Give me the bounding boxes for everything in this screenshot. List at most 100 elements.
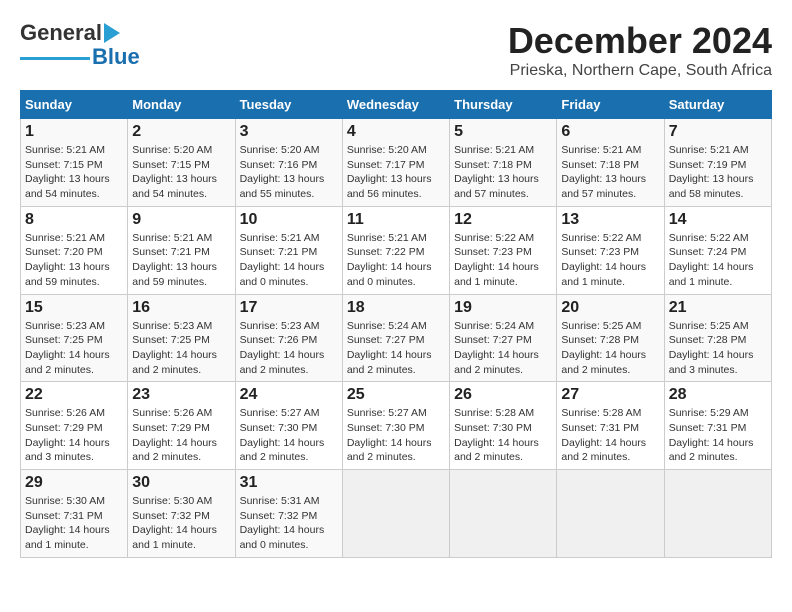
day-info: Sunrise: 5:20 AMSunset: 7:16 PMDaylight:… xyxy=(240,143,338,202)
day-number: 24 xyxy=(240,386,338,404)
calendar-cell: 5Sunrise: 5:21 AMSunset: 7:18 PMDaylight… xyxy=(450,119,557,207)
day-number: 21 xyxy=(669,299,767,317)
day-info: Sunrise: 5:21 AMSunset: 7:22 PMDaylight:… xyxy=(347,231,445,290)
calendar-cell: 16Sunrise: 5:23 AMSunset: 7:25 PMDayligh… xyxy=(128,294,235,382)
logo: General Blue xyxy=(20,20,140,70)
calendar-cell: 27 Sunrise: 5:28 AMSunset: 7:31 PMDayligh… xyxy=(557,382,664,470)
day-info: Sunrise: 5:21 AMSunset: 7:18 PMDaylight:… xyxy=(561,143,659,202)
day-number: 31 xyxy=(240,474,338,492)
week-row-1: 1 Sunrise: 5:21 AMSunset: 7:15 PMDaylight… xyxy=(21,119,772,207)
day-number: 23 xyxy=(132,386,230,404)
header-friday: Friday xyxy=(557,91,664,119)
calendar-cell: 7 Sunrise: 5:21 AMSunset: 7:19 PMDaylight… xyxy=(664,119,771,207)
day-number: 27 xyxy=(561,386,659,404)
day-number: 12 xyxy=(454,211,552,229)
day-number: 4 xyxy=(347,123,445,141)
calendar-header-row: SundayMondayTuesdayWednesdayThursdayFrid… xyxy=(21,91,772,119)
day-info: Sunrise: 5:27 AMSunset: 7:30 PMDaylight:… xyxy=(240,406,338,465)
day-info: Sunrise: 5:28 AMSunset: 7:31 PMDaylight:… xyxy=(561,406,659,465)
calendar-cell: 17 Sunrise: 5:23 AMSunset: 7:26 PMDayligh… xyxy=(235,294,342,382)
calendar-cell: 24 Sunrise: 5:27 AMSunset: 7:30 PMDayligh… xyxy=(235,382,342,470)
day-info: Sunrise: 5:22 AMSunset: 7:24 PMDaylight:… xyxy=(669,231,767,290)
header-wednesday: Wednesday xyxy=(342,91,449,119)
calendar-cell: 9 Sunrise: 5:21 AMSunset: 7:21 PMDaylight… xyxy=(128,206,235,294)
day-info: Sunrise: 5:23 AMSunset: 7:25 PMDaylight:… xyxy=(25,319,123,378)
calendar-cell: 14 Sunrise: 5:22 AMSunset: 7:24 PMDayligh… xyxy=(664,206,771,294)
page-header: General Blue December 2024 Prieska, Nort… xyxy=(20,20,772,80)
day-info: Sunrise: 5:28 AMSunset: 7:30 PMDaylight:… xyxy=(454,406,552,465)
calendar-cell: 30Sunrise: 5:30 AMSunset: 7:32 PMDayligh… xyxy=(128,470,235,558)
logo-line xyxy=(20,57,90,60)
day-number: 14 xyxy=(669,211,767,229)
calendar-cell: 31 Sunrise: 5:31 AMSunset: 7:32 PMDayligh… xyxy=(235,470,342,558)
day-info: Sunrise: 5:26 AMSunset: 7:29 PMDaylight:… xyxy=(25,406,123,465)
calendar-cell: 29Sunrise: 5:30 AMSunset: 7:31 PMDayligh… xyxy=(21,470,128,558)
day-number: 10 xyxy=(240,211,338,229)
logo-blue: Blue xyxy=(92,44,140,70)
calendar-cell: 15 Sunrise: 5:23 AMSunset: 7:25 PMDayligh… xyxy=(21,294,128,382)
day-number: 7 xyxy=(669,123,767,141)
day-info: Sunrise: 5:25 AMSunset: 7:28 PMDaylight:… xyxy=(669,319,767,378)
calendar-cell xyxy=(557,470,664,558)
header-sunday: Sunday xyxy=(21,91,128,119)
calendar-table: SundayMondayTuesdayWednesdayThursdayFrid… xyxy=(20,90,772,558)
day-number: 2 xyxy=(132,123,230,141)
week-row-3: 15 Sunrise: 5:23 AMSunset: 7:25 PMDayligh… xyxy=(21,294,772,382)
calendar-cell: 18Sunrise: 5:24 AMSunset: 7:27 PMDayligh… xyxy=(342,294,449,382)
day-number: 29 xyxy=(25,474,123,492)
calendar-cell: 1 Sunrise: 5:21 AMSunset: 7:15 PMDaylight… xyxy=(21,119,128,207)
header-tuesday: Tuesday xyxy=(235,91,342,119)
day-info: Sunrise: 5:21 AMSunset: 7:18 PMDaylight:… xyxy=(454,143,552,202)
calendar-cell xyxy=(342,470,449,558)
calendar-cell: 26 Sunrise: 5:28 AMSunset: 7:30 PMDayligh… xyxy=(450,382,557,470)
day-info: Sunrise: 5:21 AMSunset: 7:19 PMDaylight:… xyxy=(669,143,767,202)
header-monday: Monday xyxy=(128,91,235,119)
calendar-cell: 25Sunrise: 5:27 AMSunset: 7:30 PMDayligh… xyxy=(342,382,449,470)
calendar-cell: 23 Sunrise: 5:26 AMSunset: 7:29 PMDayligh… xyxy=(128,382,235,470)
calendar-cell xyxy=(664,470,771,558)
day-number: 22 xyxy=(25,386,123,404)
day-info: Sunrise: 5:24 AMSunset: 7:27 PMDaylight:… xyxy=(454,319,552,378)
calendar-cell xyxy=(450,470,557,558)
day-info: Sunrise: 5:22 AMSunset: 7:23 PMDaylight:… xyxy=(454,231,552,290)
day-number: 8 xyxy=(25,211,123,229)
day-number: 9 xyxy=(132,211,230,229)
day-info: Sunrise: 5:30 AMSunset: 7:32 PMDaylight:… xyxy=(132,494,230,553)
day-number: 16 xyxy=(132,299,230,317)
day-number: 15 xyxy=(25,299,123,317)
header-thursday: Thursday xyxy=(450,91,557,119)
calendar-cell: 3 Sunrise: 5:20 AMSunset: 7:16 PMDaylight… xyxy=(235,119,342,207)
day-info: Sunrise: 5:20 AMSunset: 7:15 PMDaylight:… xyxy=(132,143,230,202)
day-info: Sunrise: 5:21 AMSunset: 7:15 PMDaylight:… xyxy=(25,143,123,202)
week-row-2: 8 Sunrise: 5:21 AMSunset: 7:20 PMDaylight… xyxy=(21,206,772,294)
day-info: Sunrise: 5:22 AMSunset: 7:23 PMDaylight:… xyxy=(561,231,659,290)
calendar-cell: 10Sunrise: 5:21 AMSunset: 7:21 PMDayligh… xyxy=(235,206,342,294)
day-info: Sunrise: 5:23 AMSunset: 7:26 PMDaylight:… xyxy=(240,319,338,378)
day-info: Sunrise: 5:21 AMSunset: 7:20 PMDaylight:… xyxy=(25,231,123,290)
week-row-4: 22 Sunrise: 5:26 AMSunset: 7:29 PMDayligh… xyxy=(21,382,772,470)
day-info: Sunrise: 5:31 AMSunset: 7:32 PMDaylight:… xyxy=(240,494,338,553)
day-number: 26 xyxy=(454,386,552,404)
calendar-cell: 12 Sunrise: 5:22 AMSunset: 7:23 PMDayligh… xyxy=(450,206,557,294)
calendar-cell: 22 Sunrise: 5:26 AMSunset: 7:29 PMDayligh… xyxy=(21,382,128,470)
calendar-cell: 6 Sunrise: 5:21 AMSunset: 7:18 PMDaylight… xyxy=(557,119,664,207)
calendar-cell: 21 Sunrise: 5:25 AMSunset: 7:28 PMDayligh… xyxy=(664,294,771,382)
calendar-cell: 8 Sunrise: 5:21 AMSunset: 7:20 PMDaylight… xyxy=(21,206,128,294)
day-number: 25 xyxy=(347,386,445,404)
day-number: 17 xyxy=(240,299,338,317)
logo-general: General xyxy=(20,20,102,46)
calendar-cell: 19Sunrise: 5:24 AMSunset: 7:27 PMDayligh… xyxy=(450,294,557,382)
calendar-cell: 11Sunrise: 5:21 AMSunset: 7:22 PMDayligh… xyxy=(342,206,449,294)
calendar-cell: 20Sunrise: 5:25 AMSunset: 7:28 PMDayligh… xyxy=(557,294,664,382)
day-info: Sunrise: 5:26 AMSunset: 7:29 PMDaylight:… xyxy=(132,406,230,465)
calendar-cell: 4 Sunrise: 5:20 AMSunset: 7:17 PMDaylight… xyxy=(342,119,449,207)
day-info: Sunrise: 5:25 AMSunset: 7:28 PMDaylight:… xyxy=(561,319,659,378)
day-number: 13 xyxy=(561,211,659,229)
day-info: Sunrise: 5:20 AMSunset: 7:17 PMDaylight:… xyxy=(347,143,445,202)
day-number: 1 xyxy=(25,123,123,141)
day-info: Sunrise: 5:21 AMSunset: 7:21 PMDaylight:… xyxy=(132,231,230,290)
calendar-cell: 13 Sunrise: 5:22 AMSunset: 7:23 PMDayligh… xyxy=(557,206,664,294)
header-saturday: Saturday xyxy=(664,91,771,119)
day-number: 6 xyxy=(561,123,659,141)
day-number: 3 xyxy=(240,123,338,141)
